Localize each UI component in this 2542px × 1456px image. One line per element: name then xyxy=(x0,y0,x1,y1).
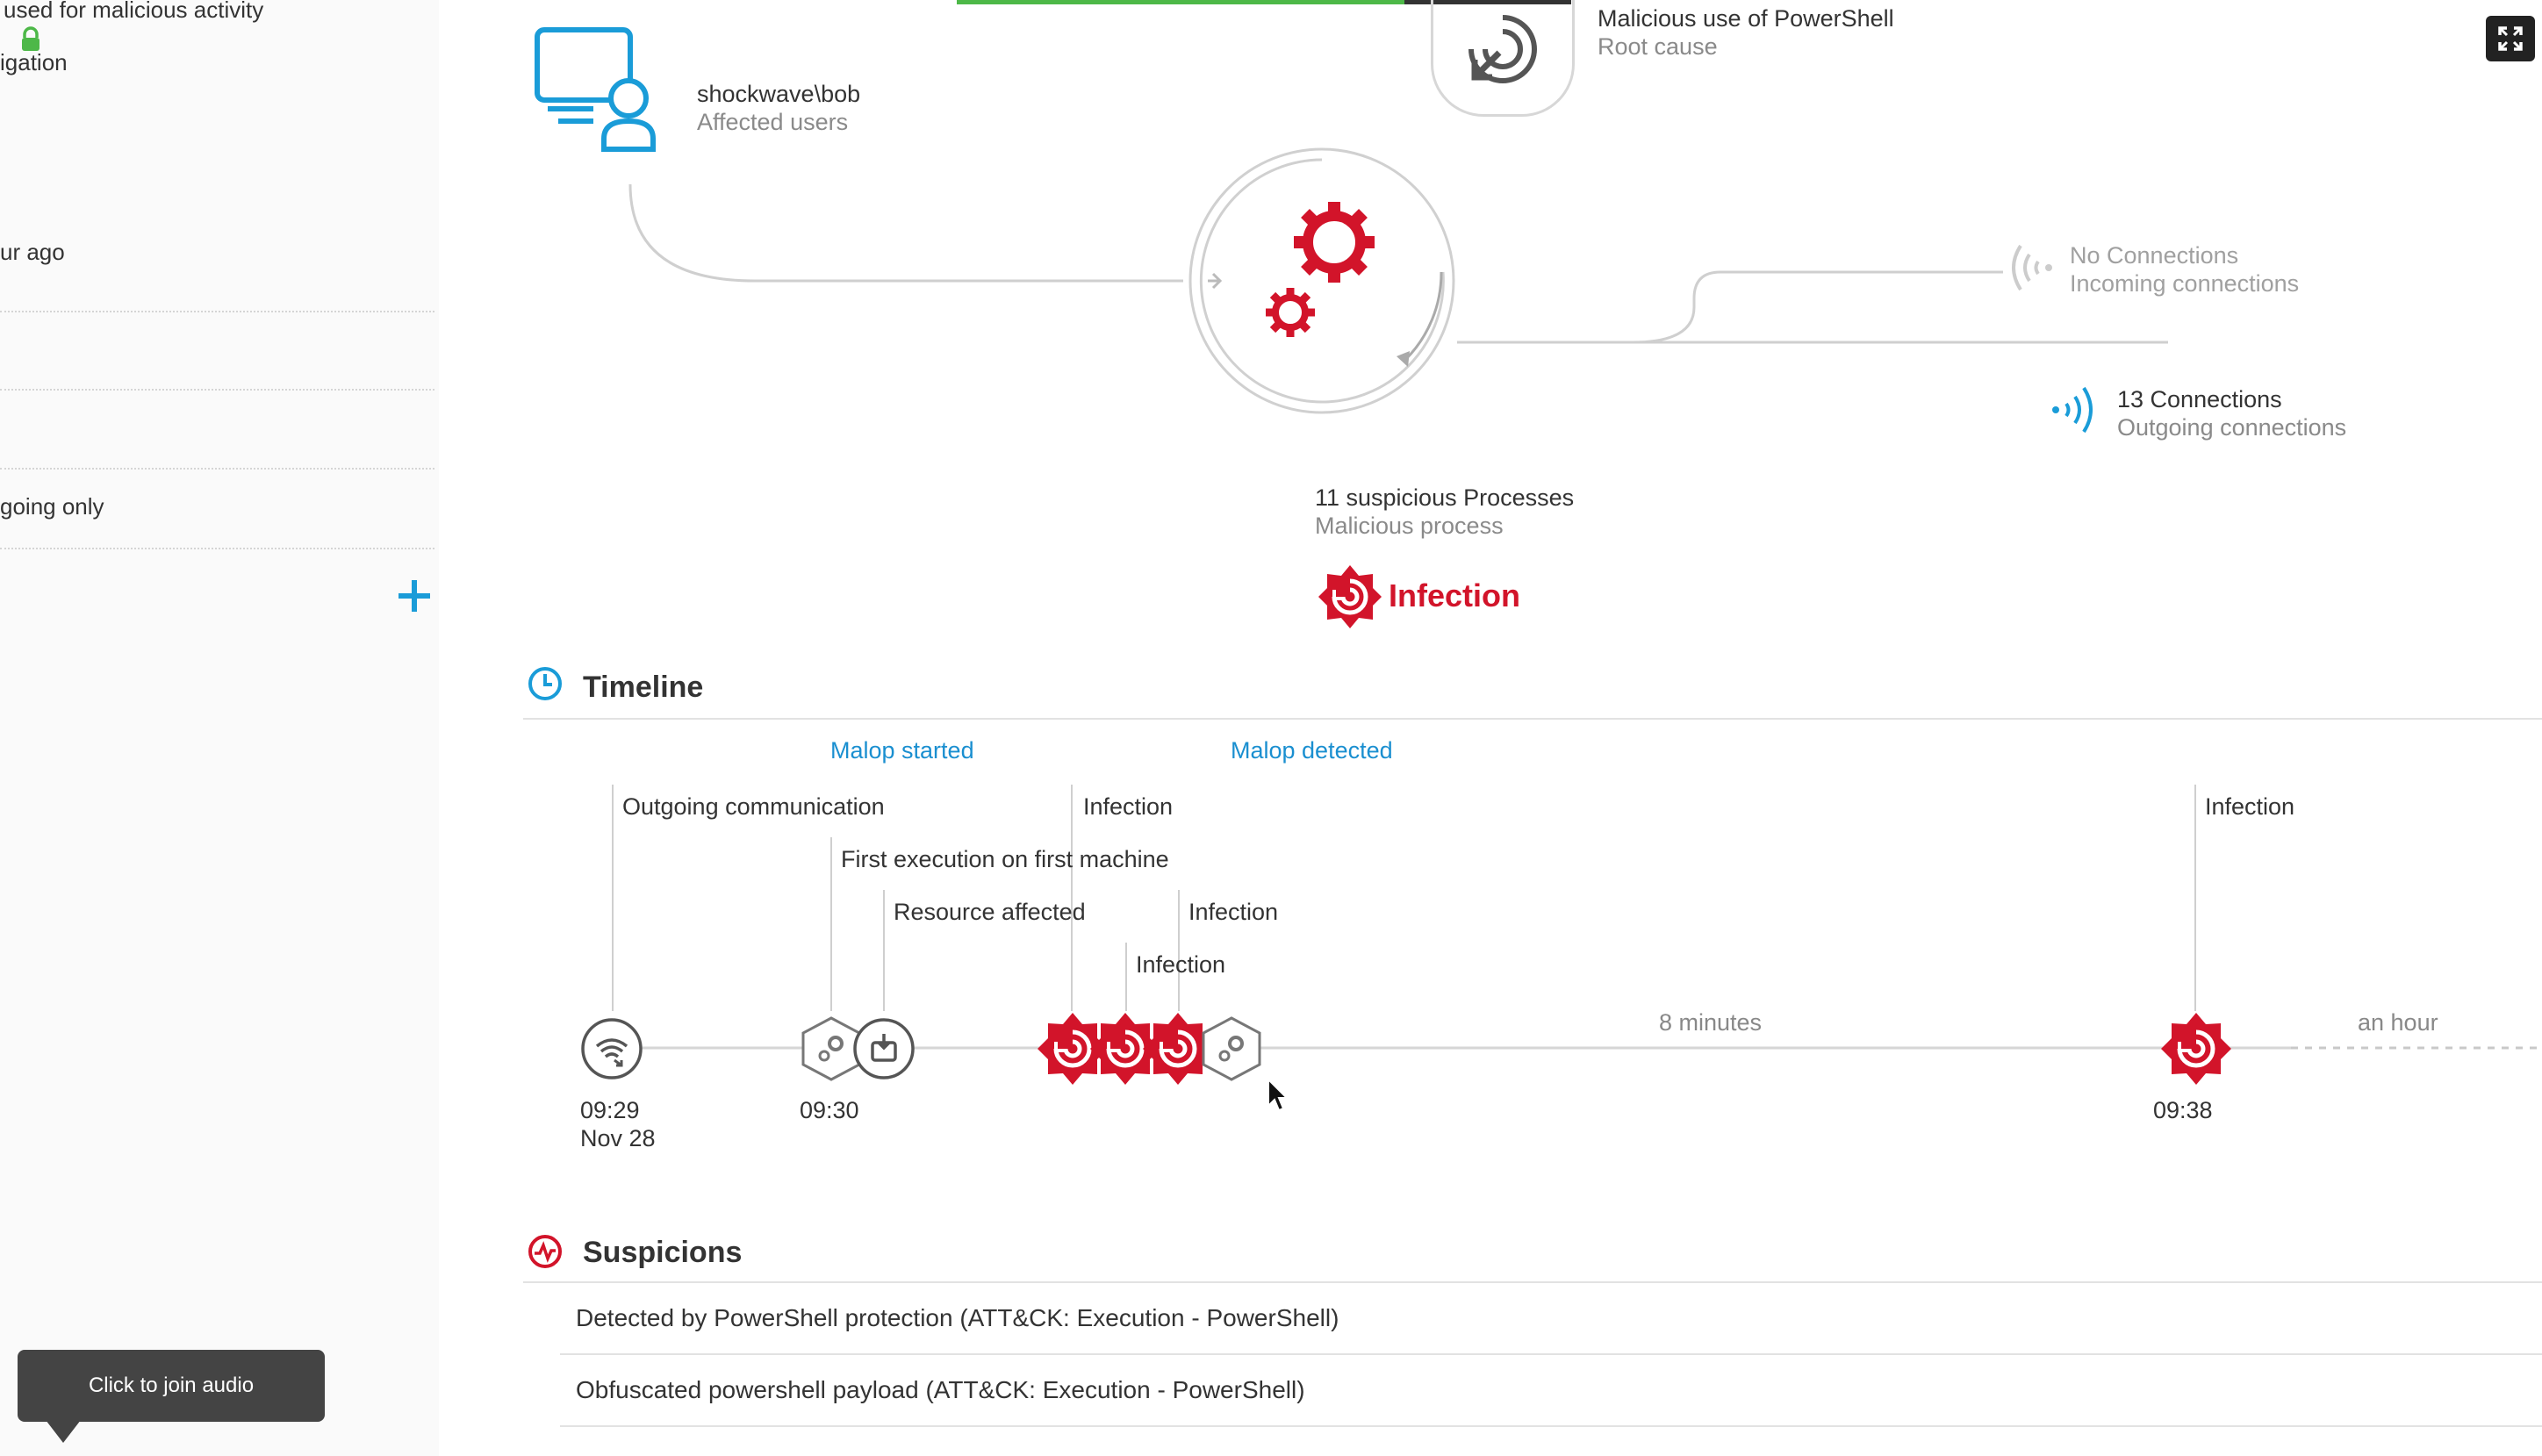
outgoing-connections-label: Outgoing connections xyxy=(2117,414,2347,441)
suspicion-item[interactable]: Detected by PowerShell protection (ATT&C… xyxy=(576,1304,1339,1332)
event-stem xyxy=(1071,785,1073,1011)
mouse-cursor-icon xyxy=(1267,1078,1289,1112)
infection-icon[interactable] xyxy=(2159,1011,2233,1087)
loading-progress-bar xyxy=(957,0,1404,4)
plus-icon xyxy=(399,580,430,612)
clock-icon xyxy=(528,667,562,700)
event-first-execution[interactable]: First execution on first machine xyxy=(841,846,1169,873)
event-stem xyxy=(883,890,885,1011)
suspicious-processes-count: 11 suspicious Processes xyxy=(1315,484,1575,511)
timeline-title: Timeline xyxy=(583,671,704,704)
timeline-divider xyxy=(523,718,2542,720)
event-stem xyxy=(612,785,614,1011)
timeline-time: 09:29 xyxy=(580,1097,640,1123)
process-gear-icon[interactable] xyxy=(1199,1015,1264,1083)
suspicions-title: Suspicions xyxy=(583,1236,743,1269)
join-audio-label: Click to join audio xyxy=(88,1374,255,1397)
event-infection[interactable]: Infection xyxy=(1083,793,1173,821)
add-button[interactable] xyxy=(393,575,435,617)
expand-icon xyxy=(2498,26,2523,51)
wifi-icon[interactable] xyxy=(579,1016,644,1081)
root-cause-label: Root cause xyxy=(1598,33,1718,60)
event-outgoing-communication[interactable]: Outgoing communication xyxy=(622,793,885,821)
incoming-signal-icon xyxy=(2012,244,2052,291)
sidebar-divider xyxy=(0,548,434,549)
powershell-icon xyxy=(1468,15,1537,83)
infection-icon xyxy=(1318,565,1382,628)
affected-user-label: Affected users xyxy=(697,109,849,135)
root-cause-name: Malicious use of PowerShell xyxy=(1598,5,1894,32)
event-stem xyxy=(1125,943,1127,1011)
sidebar-line-4: going only xyxy=(0,493,104,520)
timeline-date: Nov 28 xyxy=(580,1125,656,1151)
computer-user-icon xyxy=(535,27,656,152)
process-node[interactable] xyxy=(1181,140,1462,421)
event-infection[interactable]: Infection xyxy=(2205,793,2294,821)
timeline-time: 09:38 xyxy=(2153,1097,2213,1123)
resource-icon[interactable] xyxy=(851,1016,916,1081)
root-cause-node[interactable] xyxy=(1431,0,1575,117)
sidebar-line-1: used for malicious activity xyxy=(4,0,264,23)
gap-duration: an hour xyxy=(2358,1009,2438,1036)
sidebar-divider xyxy=(0,311,434,312)
suspicions-icon xyxy=(528,1235,562,1268)
malop-started-marker[interactable]: Malop started xyxy=(830,737,974,764)
suspicion-divider xyxy=(560,1425,2542,1427)
gap-duration: 8 minutes xyxy=(1659,1009,1763,1036)
incoming-connections-label: Incoming connections xyxy=(2070,270,2300,297)
tooltip-pointer xyxy=(46,1420,81,1443)
sidebar-divider xyxy=(0,389,434,391)
malop-detected-marker[interactable]: Malop detected xyxy=(1231,737,1393,764)
suspicion-divider xyxy=(560,1353,2542,1355)
infection-label: Infection xyxy=(1389,577,1520,613)
affected-user-name: shockwave\bob xyxy=(697,81,861,107)
outgoing-connections-count: 13 Connections xyxy=(2117,386,2282,412)
sidebar-divider xyxy=(0,468,434,470)
suspicious-processes-label: Malicious process xyxy=(1315,513,1504,539)
suspicions-divider xyxy=(523,1281,2542,1283)
incoming-connections-count: No Connections xyxy=(2070,242,2239,269)
details-sidebar: used for malicious activity igation ur a… xyxy=(0,0,439,1456)
expand-button[interactable] xyxy=(2486,16,2535,61)
sidebar-line-3: ur ago xyxy=(0,239,65,265)
event-infection[interactable]: Infection xyxy=(1136,951,1225,979)
timeline-time: 09:30 xyxy=(800,1097,859,1123)
sidebar-line-2: igation xyxy=(0,49,68,75)
outgoing-signal-icon xyxy=(2052,386,2093,434)
event-stem xyxy=(2194,785,2196,1011)
event-stem xyxy=(830,837,832,1011)
event-resource-affected[interactable]: Resource affected xyxy=(894,899,1086,926)
suspicion-item[interactable]: Obfuscated powershell payload (ATT&CK: E… xyxy=(576,1376,1305,1404)
event-infection[interactable]: Infection xyxy=(1188,899,1278,926)
event-stem xyxy=(1178,890,1180,1011)
join-audio-button[interactable]: Click to join audio xyxy=(18,1350,325,1422)
